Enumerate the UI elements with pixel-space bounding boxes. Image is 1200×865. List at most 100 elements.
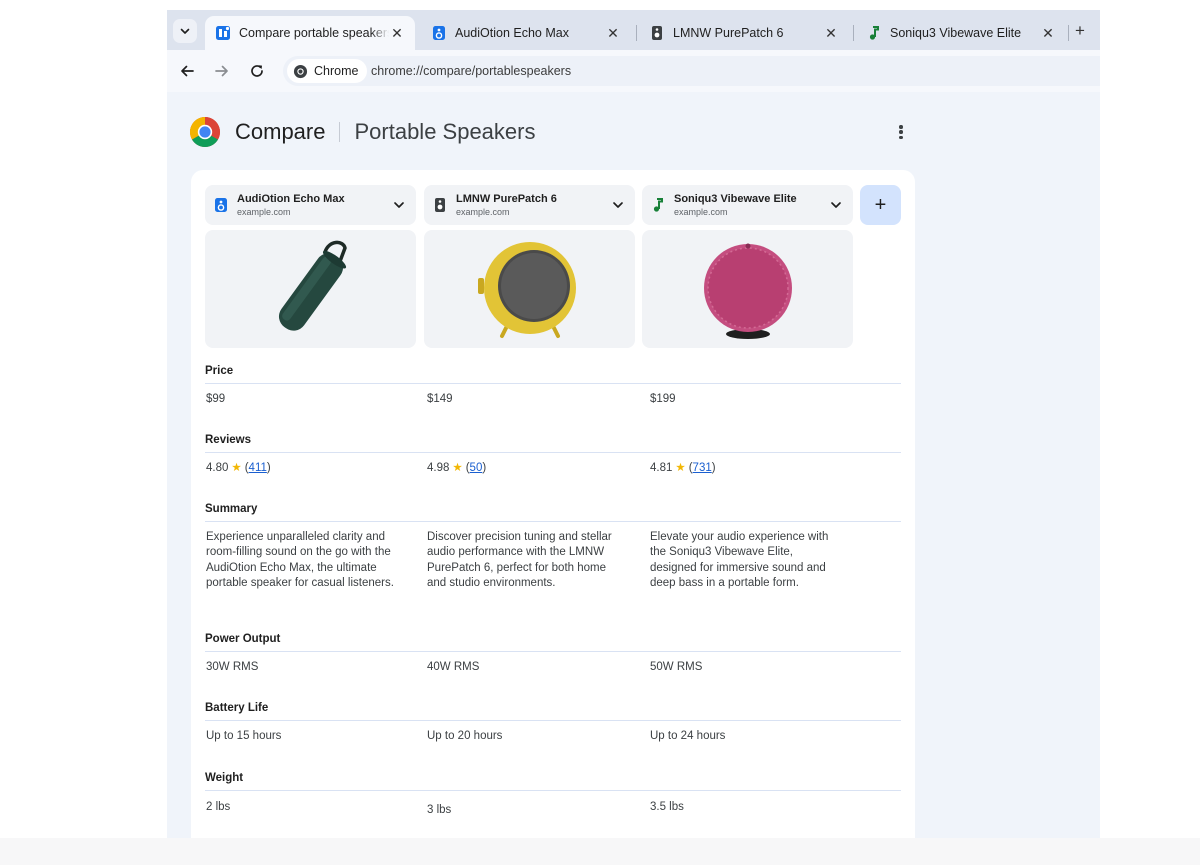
tab-title: Soniqu3 Vibewave Elite: [890, 26, 1022, 40]
bottom-band: [0, 838, 1200, 865]
tab-title: Compare portable speakers: [239, 26, 389, 40]
chip-label: Chrome: [314, 64, 359, 78]
attr-label-summary: Summary: [205, 503, 258, 515]
product-selector-3[interactable]: Soniqu3 Vibewave Elite example.com: [642, 185, 853, 225]
star-icon: ★: [231, 462, 242, 474]
dot: [899, 130, 903, 134]
weight-value: 2 lbs: [206, 801, 231, 813]
close-icon[interactable]: ✕: [823, 25, 839, 41]
close-icon[interactable]: ✕: [605, 25, 621, 41]
price-value: $199: [650, 393, 676, 405]
product-name: AudiOtion Echo Max: [237, 193, 345, 205]
speaker-box-icon: [215, 198, 227, 212]
attr-label-battery-life: Battery Life: [205, 702, 269, 714]
tab-lmnw[interactable]: LMNW PurePatch 6 ✕: [639, 16, 849, 50]
page-subtitle: Portable Speakers: [354, 119, 536, 144]
rating-value: 4.98: [427, 462, 450, 474]
product-domain: example.com: [237, 207, 291, 217]
reload-button[interactable]: [247, 61, 267, 81]
plus-icon: +: [1075, 21, 1085, 40]
product-selector-2[interactable]: LMNW PurePatch 6 example.com: [424, 185, 635, 225]
row-divider: [205, 790, 901, 791]
attr-label-price: Price: [205, 365, 234, 377]
row-divider: [205, 521, 901, 522]
chevron-down-icon: [613, 202, 623, 208]
product-image-3: [642, 230, 853, 348]
rating-value: 4.81: [650, 462, 673, 474]
product-domain: example.com: [674, 207, 728, 217]
address-bar[interactable]: Chrome chrome://compare/portablespeakers: [283, 56, 1100, 86]
review-count-link[interactable]: 731: [693, 462, 712, 474]
more-options-button[interactable]: [893, 122, 909, 142]
tab-title: LMNW PurePatch 6: [673, 26, 784, 40]
arrow-left-icon: [181, 65, 194, 77]
review-cell: 4.80 ★ (411): [206, 462, 271, 474]
chevron-down-icon: [180, 28, 190, 34]
summary-text: Discover precision tuning and stellar au…: [427, 531, 612, 589]
tab-compare[interactable]: Compare portable speakers ✕: [205, 16, 415, 50]
arrow-right-icon: [215, 65, 228, 77]
star-icon: ★: [675, 462, 686, 474]
back-button[interactable]: [177, 61, 197, 81]
speaker-box-icon: [433, 26, 445, 40]
price-value: $99: [206, 393, 226, 405]
weight-value: 3.5 lbs: [650, 801, 684, 813]
row-divider: [205, 452, 901, 453]
reload-icon: [251, 65, 263, 77]
speaker-icon: [652, 26, 662, 40]
product-selector-1[interactable]: AudiOtion Echo Max example.com: [205, 185, 416, 225]
row-divider: [205, 383, 901, 384]
review-count-link[interactable]: 411: [249, 462, 267, 474]
review-cell: 4.81 ★ (731): [650, 462, 716, 474]
dot: [899, 125, 903, 129]
power-value: 30W RMS: [206, 661, 259, 673]
url-text[interactable]: chrome://compare/portablespeakers: [371, 64, 571, 78]
tab-separator: [636, 25, 637, 41]
product-name: Soniqu3 Vibewave Elite: [674, 193, 797, 205]
product-name: LMNW PurePatch 6: [456, 193, 557, 205]
attr-label-weight: Weight: [205, 772, 244, 784]
review-cell: 4.98 ★ (50): [427, 462, 487, 474]
star-icon: ★: [452, 462, 463, 474]
close-icon[interactable]: ✕: [389, 25, 405, 41]
dot: [899, 135, 903, 139]
tab-audiotion[interactable]: AudiOtion Echo Max ✕: [421, 16, 631, 50]
rating-value: 4.80: [206, 462, 229, 474]
chevron-down-icon: [831, 202, 841, 208]
page-header: Compare Portable Speakers: [189, 114, 535, 150]
tab-soniqu3[interactable]: Soniqu3 Vibewave Elite ✕: [856, 16, 1066, 50]
close-icon[interactable]: ✕: [1040, 25, 1056, 41]
tab-search-button[interactable]: [173, 19, 197, 43]
tab-strip: Compare portable speakers ✕ AudiOtion Ec…: [167, 10, 1100, 50]
battery-value: Up to 24 hours: [650, 730, 726, 742]
add-product-button[interactable]: +: [860, 185, 901, 225]
toolbar: Chrome chrome://compare/portablespeakers: [167, 50, 1100, 92]
summary-text: Elevate your audio experience with the S…: [650, 531, 829, 589]
title-divider: [339, 122, 341, 142]
new-tab-button[interactable]: +: [1071, 21, 1089, 40]
tab-title: AudiOtion Echo Max: [455, 26, 569, 40]
battery-value: Up to 15 hours: [206, 730, 282, 742]
power-value: 40W RMS: [427, 661, 480, 673]
music-note-icon: [869, 26, 879, 40]
speaker-icon: [435, 198, 445, 212]
chrome-icon: [293, 64, 308, 78]
product-image-2: [424, 230, 635, 348]
price-value: $149: [427, 393, 453, 405]
music-note-icon: [653, 198, 663, 212]
summary-text: Experience unparalleled clarity and room…: [206, 531, 394, 589]
page-content: Compare Portable Speakers AudiOtion Echo…: [167, 92, 1100, 838]
tab-separator: [1068, 25, 1069, 41]
round-speaker-image: [703, 243, 792, 339]
review-count-link[interactable]: 50: [470, 462, 483, 474]
forward-button[interactable]: [212, 61, 232, 81]
product-image-1: [205, 230, 416, 348]
weight-value: 3 lbs: [427, 804, 452, 816]
site-info-chip[interactable]: Chrome: [287, 59, 368, 83]
attr-label-reviews: Reviews: [205, 434, 252, 446]
battery-value: Up to 20 hours: [427, 730, 503, 742]
compare-icon: [216, 26, 230, 40]
chrome-logo-icon: [189, 117, 221, 148]
chevron-down-icon: [394, 202, 404, 208]
round-speaker-image: [477, 242, 576, 338]
